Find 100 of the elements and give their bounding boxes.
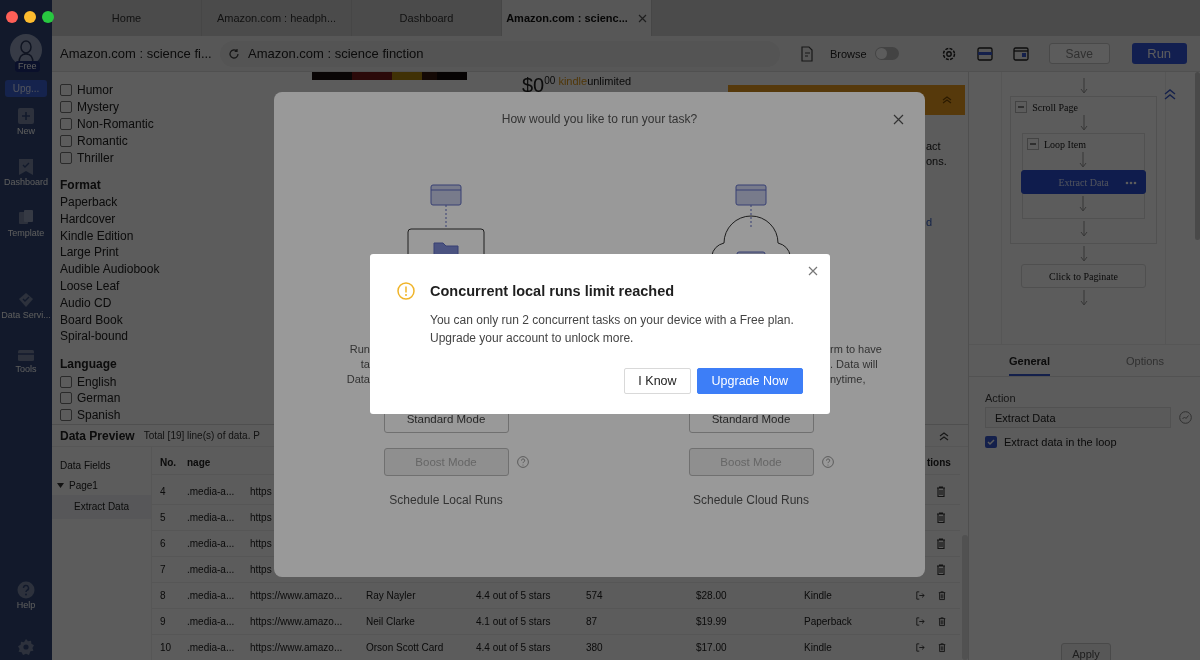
dialog-title: How would you like to run your task? (500, 112, 699, 126)
plan-badge: Free (15, 61, 40, 72)
settings-icon[interactable] (940, 45, 957, 62)
dismiss-button[interactable]: I Know (624, 368, 691, 394)
caret-down-icon[interactable] (57, 482, 64, 489)
export-icon[interactable] (916, 590, 925, 601)
upgrade-button[interactable]: Upgrade Now (696, 368, 803, 394)
checkbox[interactable] (60, 118, 72, 130)
trash-icon[interactable] (936, 512, 946, 523)
checkbox-label[interactable]: Extract data in the loop (1004, 436, 1117, 448)
trash-icon[interactable] (937, 590, 946, 601)
sidebar-label[interactable]: New (17, 126, 35, 136)
sidebar-label[interactable]: Dashboard (4, 177, 48, 187)
help-icon[interactable] (17, 581, 35, 599)
tree-item[interactable]: Page1 (69, 480, 98, 491)
help-icon[interactable] (516, 456, 529, 468)
price: $0$^{00}$ (522, 73, 556, 94)
panel-tab[interactable]: General (1009, 345, 1050, 376)
schedule-link[interactable]: Schedule Local Runs (389, 493, 503, 507)
panel-title: Data Preview (60, 428, 135, 443)
more-icon[interactable] (1125, 181, 1137, 185)
checkbox[interactable] (60, 375, 72, 388)
row-number: 4 (159, 486, 167, 497)
export-icon[interactable] (916, 642, 925, 653)
filter-option[interactable]: Spanish (77, 408, 121, 423)
table-cell-text: $17.00 (695, 642, 728, 653)
column-header: No. (159, 456, 178, 468)
schedule-link[interactable]: Schedule Cloud Runs (692, 493, 810, 507)
field-label: Action (985, 392, 1017, 404)
checkbox[interactable] (60, 84, 72, 97)
pages-icon[interactable] (17, 209, 35, 227)
row-number: 7 (159, 564, 167, 575)
table-cell-text: https (249, 512, 273, 523)
double-chevron-up-icon[interactable] (939, 430, 949, 441)
trash-icon[interactable] (936, 486, 946, 497)
help-icon[interactable] (821, 456, 834, 468)
checkbox[interactable] (60, 151, 72, 164)
plus-icon[interactable] (17, 107, 35, 125)
sidebar-label[interactable]: Tools (15, 364, 37, 374)
table-cell-text: 87 (585, 616, 599, 627)
action-step[interactable]: Click to Paginate (1021, 264, 1146, 288)
double-chevron-up-icon[interactable] (1164, 88, 1176, 100)
checkbox-checked[interactable] (985, 436, 997, 448)
trash-icon[interactable] (936, 538, 946, 549)
arrow-down-icon (1079, 246, 1088, 262)
table-cell-text: Paperback (803, 616, 853, 627)
browse-toggle[interactable] (874, 47, 899, 60)
checkbox[interactable] (60, 392, 72, 405)
trash-icon[interactable] (937, 642, 946, 653)
link[interactable]: d (926, 215, 965, 230)
filter-option[interactable]: Humor (77, 83, 113, 98)
gauge-icon[interactable] (1179, 411, 1192, 424)
action-field[interactable]: Extract Data (985, 407, 1171, 428)
filter-option[interactable]: Thriller (77, 150, 114, 165)
card-icon[interactable] (976, 46, 993, 61)
table-cell-text: 4.4 out of 5 stars (475, 642, 552, 653)
checkbox[interactable] (60, 134, 72, 147)
warning-icon (397, 282, 415, 300)
column-header: nage (186, 456, 212, 468)
apply-button[interactable]: Apply (1061, 643, 1111, 660)
filter-option[interactable]: Non-Romantic (77, 117, 154, 131)
text-fragment: ons. (926, 154, 948, 169)
table-cell-text: Orson Scott Card (365, 642, 445, 653)
close-icon[interactable] (893, 114, 904, 125)
row-number: 10 (159, 642, 173, 653)
checkbox[interactable] (60, 409, 72, 422)
trash-icon[interactable] (936, 564, 946, 575)
table-cell-text: .media-a... (186, 512, 236, 523)
sidebar-label[interactable]: Template (7, 228, 45, 238)
sidebar-label[interactable]: Data Servi... (1, 310, 51, 320)
tree-item[interactable]: Extract Data (52, 495, 151, 519)
table-cell-text: 4.4 out of 5 stars (475, 590, 552, 601)
close-icon[interactable] (637, 13, 647, 23)
bookmark-icon[interactable] (17, 158, 35, 176)
export-icon[interactable] (916, 616, 925, 627)
filter-option[interactable]: German (77, 391, 121, 406)
diamond-check-icon[interactable] (17, 291, 35, 309)
collapse-icon[interactable] (1027, 138, 1039, 150)
description-text: rm to have . Data will nytime, (830, 342, 883, 387)
trash-icon[interactable] (937, 616, 946, 627)
side-panel-icon[interactable] (1012, 46, 1029, 61)
filter-option[interactable]: Mystery (77, 100, 119, 115)
column-header: tions (926, 456, 952, 468)
browser-tab[interactable]: Amazon.com : scienc... (502, 0, 652, 36)
close-icon[interactable] (808, 266, 818, 276)
text-fragment: act (926, 139, 942, 154)
table-cell-text: Ray Nayler (365, 590, 417, 601)
filter-option[interactable]: Romantic (77, 133, 128, 148)
page-title: Amazon.com : science fi... (60, 46, 213, 61)
table-cell-text: 380 (585, 642, 604, 653)
collapse-icon[interactable] (1015, 101, 1028, 113)
checkbox[interactable] (60, 101, 72, 114)
table-cell-text: https://www.amazo... (249, 616, 344, 627)
run-button[interactable]: Run (1131, 43, 1187, 64)
table-cell-text: .media-a... (186, 486, 236, 497)
table-cell-text: https (249, 538, 273, 549)
table-cell-text: 574 (585, 590, 604, 601)
document-edit-icon[interactable] (800, 45, 814, 62)
settings-icon[interactable] (17, 638, 35, 656)
filter-option[interactable]: English (77, 374, 117, 389)
